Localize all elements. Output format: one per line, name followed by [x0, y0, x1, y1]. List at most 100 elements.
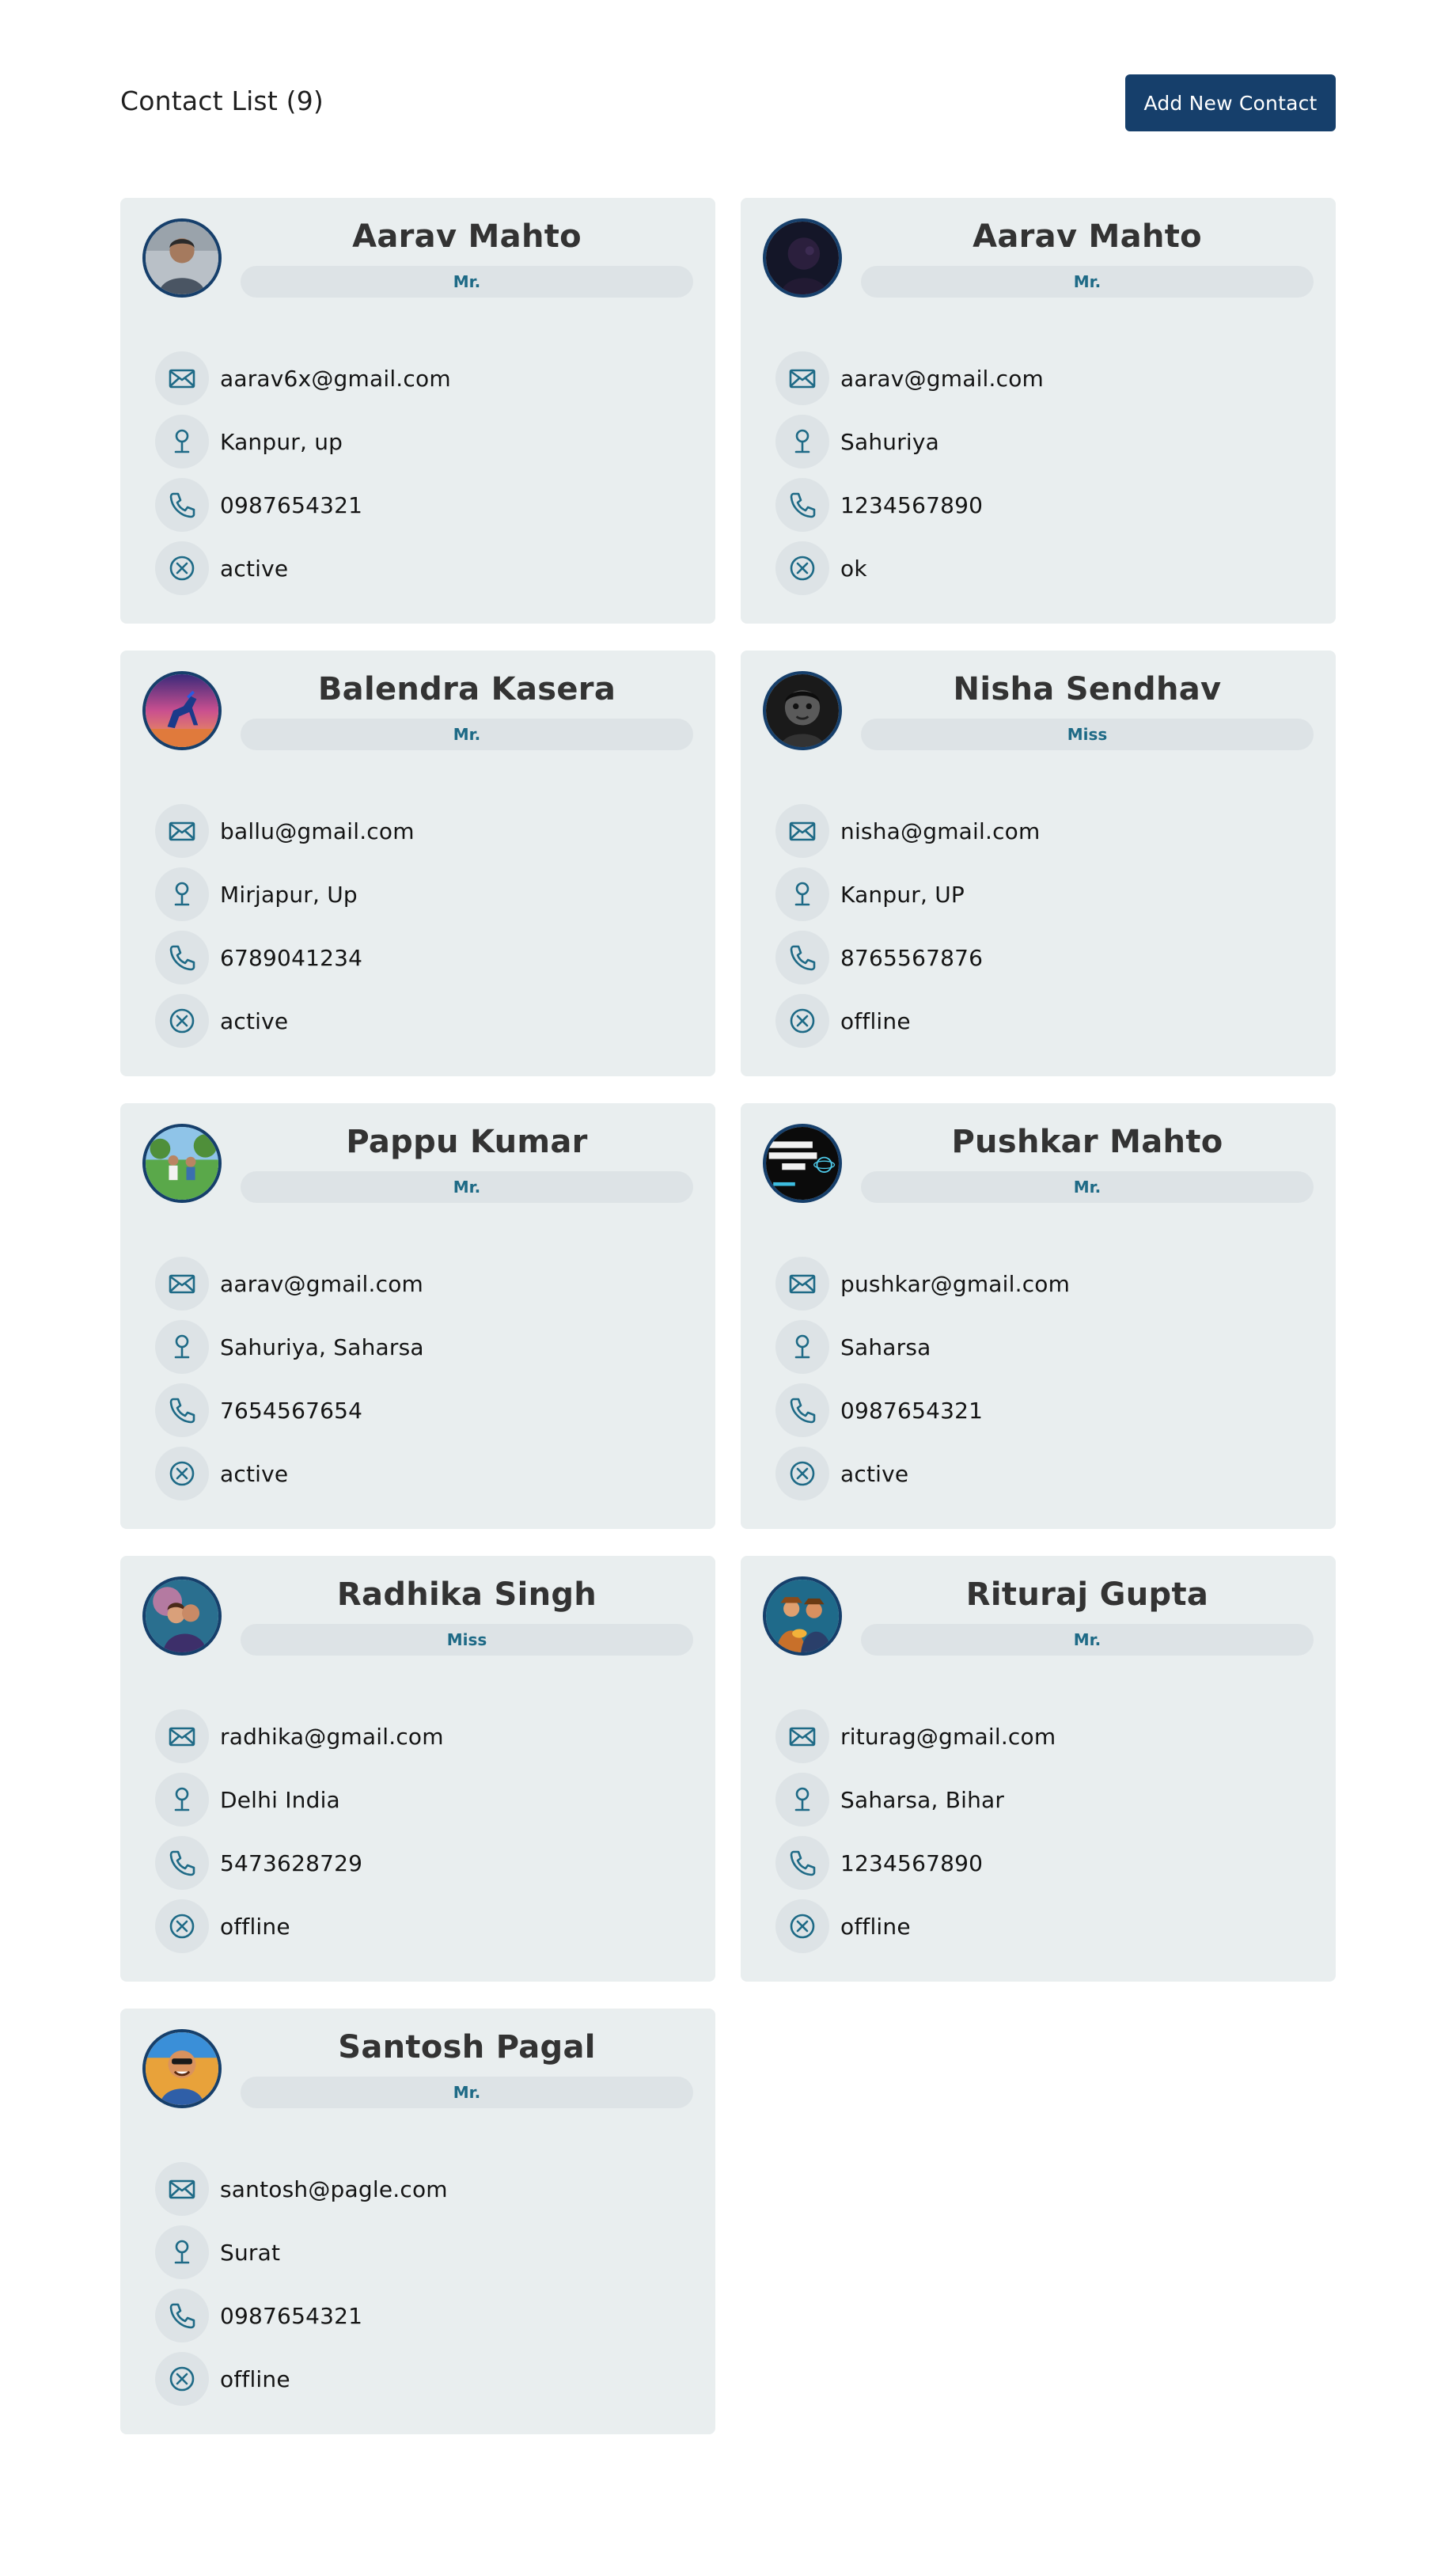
contact-address: Surat	[220, 2239, 281, 2266]
contact-email: santosh@pagle.com	[220, 2176, 448, 2202]
email-icon	[775, 351, 829, 405]
contact-address: Kanpur, up	[220, 428, 343, 455]
contact-phone: 0987654321	[220, 491, 363, 518]
contact-title-badge: Mr.	[241, 266, 693, 298]
contact-status-row: active	[155, 1447, 693, 1500]
contact-avatar	[142, 1576, 222, 1656]
contact-phone: 1234567890	[840, 491, 984, 518]
contact-name: Balendra Kasera	[317, 671, 616, 707]
contact-status-row: offline	[155, 2352, 693, 2406]
contact-name: Nisha Sendhav	[953, 671, 1222, 707]
contact-avatar	[763, 218, 842, 298]
contact-card[interactable]: Rituraj Gupta Mr. riturag@gmail.com Saharsa…	[741, 1556, 1336, 1982]
contact-status: offline	[840, 1913, 911, 1940]
status-x-circle-icon	[775, 1899, 829, 1953]
contact-status: ok	[840, 555, 867, 582]
contact-address-row: Surat	[155, 2225, 693, 2279]
status-x-circle-icon	[775, 541, 829, 595]
phone-icon	[775, 1836, 829, 1890]
email-icon	[155, 804, 209, 858]
status-x-circle-icon	[155, 994, 209, 1048]
contact-status: active	[840, 1460, 909, 1487]
contact-email-row: riturag@gmail.com	[775, 1709, 1314, 1763]
contact-address: Kanpur, UP	[840, 881, 965, 908]
email-icon	[775, 1709, 829, 1763]
contact-address: Sahuriya	[840, 428, 940, 455]
contact-phone: 1234567890	[840, 1849, 984, 1876]
contact-status-row: active	[155, 994, 693, 1048]
status-x-circle-icon	[155, 1447, 209, 1500]
phone-icon	[775, 1383, 829, 1437]
contact-title-badge: Miss	[861, 719, 1314, 750]
contact-card[interactable]: Balendra Kasera Mr. ballu@gmail.com Mirjapu…	[120, 651, 715, 1076]
contact-card[interactable]: Pushkar Mahto Mr. pushkar@gmail.com Saharsa…	[741, 1103, 1336, 1529]
contact-name: Pushkar Mahto	[951, 1124, 1223, 1160]
contact-title-badge: Miss	[241, 1624, 693, 1656]
contact-phone: 0987654321	[220, 2302, 363, 2329]
contact-card[interactable]: Radhika Singh Miss radhika@gmail.com Delhi …	[120, 1556, 715, 1982]
contact-email: aarav@gmail.com	[840, 365, 1045, 392]
contact-email: aarav@gmail.com	[220, 1270, 424, 1297]
status-x-circle-icon	[775, 1447, 829, 1500]
contact-email-row: aarav@gmail.com	[775, 351, 1314, 405]
contact-avatar	[142, 671, 222, 750]
contact-phone: 0987654321	[840, 1397, 984, 1424]
contact-card[interactable]: Pappu Kumar Mr. aarav@gmail.com Sahuriya, S…	[120, 1103, 715, 1529]
contact-email: aarav6x@gmail.com	[220, 365, 451, 392]
contact-card[interactable]: Santosh Pagal Mr. santosh@pagle.com Surat 09…	[120, 2009, 715, 2434]
contact-avatar	[763, 1124, 842, 1203]
email-icon	[775, 804, 829, 858]
contact-phone-row: 0987654321	[155, 2289, 693, 2342]
page-title: Contact List (9)	[120, 85, 324, 116]
contact-status-row: offline	[775, 994, 1314, 1048]
contact-email: nisha@gmail.com	[840, 817, 1041, 844]
contact-address: Mirjapur, Up	[220, 881, 358, 908]
contact-avatar	[142, 1124, 222, 1203]
status-x-circle-icon	[155, 1899, 209, 1953]
location-icon	[155, 2225, 209, 2279]
contact-address-row: Mirjapur, Up	[155, 867, 693, 921]
contact-status: offline	[220, 1913, 290, 1940]
email-icon	[155, 351, 209, 405]
contact-email-row: aarav6x@gmail.com	[155, 351, 693, 405]
contact-email-row: ballu@gmail.com	[155, 804, 693, 858]
contact-title-badge: Mr.	[241, 2077, 693, 2108]
contact-address: Delhi India	[220, 1786, 340, 1813]
phone-icon	[155, 2289, 209, 2342]
contact-phone-row: 0987654321	[775, 1383, 1314, 1437]
location-icon	[155, 415, 209, 468]
contact-email: ballu@gmail.com	[220, 817, 415, 844]
contact-phone: 7654567654	[220, 1397, 363, 1424]
phone-icon	[155, 478, 209, 532]
contact-status-row: offline	[155, 1899, 693, 1953]
contact-address-row: Sahuriya	[775, 415, 1314, 468]
phone-icon	[155, 931, 209, 984]
contact-avatar	[763, 671, 842, 750]
contact-status: offline	[220, 2365, 290, 2392]
contact-email-row: aarav@gmail.com	[155, 1257, 693, 1311]
contact-address: Saharsa	[840, 1333, 931, 1360]
location-icon	[155, 1320, 209, 1374]
page-header: Contact List (9) Add New Contact	[120, 74, 1336, 131]
email-icon	[155, 2162, 209, 2216]
contact-title-badge: Mr.	[861, 266, 1314, 298]
location-icon	[775, 1773, 829, 1827]
add-new-contact-button[interactable]: Add New Contact	[1125, 74, 1336, 131]
contact-card[interactable]: Aarav Mahto Mr. aarav6x@gmail.com Kanpur, u…	[120, 198, 715, 624]
contact-name: Pappu Kumar	[346, 1124, 588, 1160]
contact-card[interactable]: Aarav Mahto Mr. aarav@gmail.com Sahuriya 123…	[741, 198, 1336, 624]
phone-icon	[155, 1383, 209, 1437]
contact-phone-row: 1234567890	[775, 478, 1314, 532]
contact-name: Santosh Pagal	[338, 2029, 596, 2066]
email-icon	[775, 1257, 829, 1311]
email-icon	[155, 1709, 209, 1763]
contact-status-row: active	[775, 1447, 1314, 1500]
location-icon	[155, 1773, 209, 1827]
contact-status: offline	[840, 1007, 911, 1034]
contact-title-badge: Mr.	[241, 719, 693, 750]
contact-phone-row: 5473628729	[155, 1836, 693, 1890]
contact-status: active	[220, 1460, 289, 1487]
contact-phone-row: 7654567654	[155, 1383, 693, 1437]
contact-card[interactable]: Nisha Sendhav Miss nisha@gmail.com Kanpur, …	[741, 651, 1336, 1076]
contact-phone: 8765567876	[840, 944, 984, 971]
